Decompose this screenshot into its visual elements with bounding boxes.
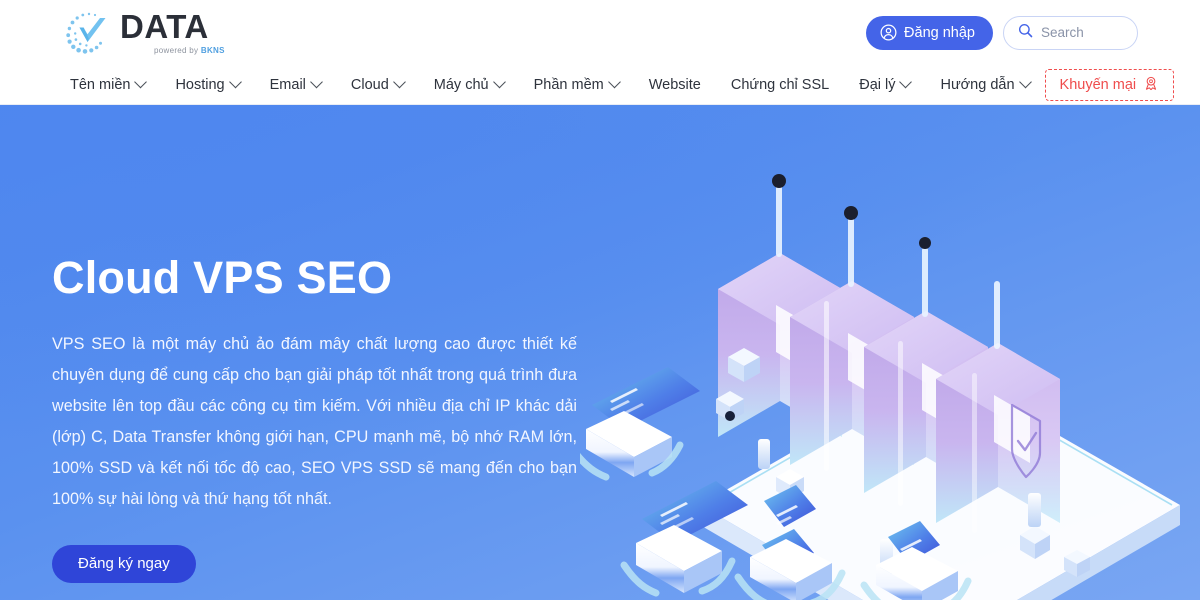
search-input[interactable]: Search bbox=[1003, 15, 1138, 50]
hero-illustration bbox=[580, 105, 1200, 600]
chevron-down-icon bbox=[392, 75, 406, 89]
chevron-down-icon bbox=[134, 75, 148, 89]
nav-item-label: Máy chủ bbox=[433, 76, 489, 93]
nav-item-label: Email bbox=[269, 76, 306, 93]
chevron-down-icon bbox=[228, 75, 242, 89]
chevron-down-icon bbox=[492, 75, 506, 89]
nav-item-website[interactable]: Website bbox=[634, 65, 716, 105]
page-title: Cloud VPS SEO bbox=[52, 252, 393, 303]
nav-item-ten-mien[interactable]: Tên miền bbox=[62, 65, 160, 105]
user-circle-icon bbox=[880, 24, 897, 41]
floating-laptop-1 bbox=[580, 367, 700, 481]
award-medal-icon bbox=[1143, 75, 1159, 95]
nav-item-label: Chứng chỉ SSL bbox=[730, 76, 830, 93]
chevron-down-icon bbox=[1018, 75, 1032, 89]
nav-item-chung-chi-ssl[interactable]: Chứng chỉ SSL bbox=[716, 65, 844, 105]
login-button[interactable]: Đăng nhập bbox=[866, 15, 993, 50]
hero-content: Cloud VPS SEO VPS SEO là một máy chủ ảo … bbox=[52, 253, 597, 583]
nav-item-email[interactable]: Email bbox=[255, 65, 336, 105]
nav-item-label: Phần mềm bbox=[533, 76, 604, 93]
nav-item-cloud[interactable]: Cloud bbox=[336, 65, 419, 105]
nav-item-phan-mem[interactable]: Phần mềm bbox=[519, 65, 634, 105]
nav-item-hosting[interactable]: Hosting bbox=[160, 65, 254, 105]
signup-button[interactable]: Đăng ký ngay bbox=[52, 544, 196, 583]
logo-wordmark: DATA bbox=[120, 8, 209, 45]
site-logo[interactable]: DATA powered by BKNS bbox=[62, 7, 225, 59]
nav-item-label: Hướng dẫn bbox=[940, 76, 1015, 93]
hero-description: VPS SEO là một máy chủ ảo đám mây chất l… bbox=[52, 334, 577, 508]
promotion-button[interactable]: Khuyến mại bbox=[1044, 68, 1175, 101]
chevron-down-icon bbox=[607, 75, 621, 89]
search-placeholder: Search bbox=[1041, 25, 1084, 40]
hero-section: Cloud VPS SEO VPS SEO là một máy chủ ảo … bbox=[0, 105, 1200, 600]
nav-item-label: Hosting bbox=[175, 76, 225, 93]
logo-text: DATA powered by BKNS bbox=[120, 10, 225, 55]
main-navigation: Tên miền Hosting Email Cloud Máy chủ Phầ… bbox=[0, 65, 1200, 105]
nav-item-huong-dan[interactable]: Hướng dẫn bbox=[925, 65, 1044, 105]
logo-tagline: powered by BKNS bbox=[154, 46, 225, 55]
login-button-label: Đăng nhập bbox=[904, 24, 975, 41]
nav-item-label: Đại lý bbox=[859, 76, 896, 93]
chevron-down-icon bbox=[899, 75, 913, 89]
nav-item-label: Cloud bbox=[350, 76, 389, 93]
promotion-label: Khuyến mại bbox=[1059, 76, 1137, 93]
accent-dot bbox=[725, 411, 735, 421]
search-icon bbox=[1018, 23, 1033, 43]
nav-item-may-chu[interactable]: Máy chủ bbox=[419, 65, 519, 105]
site-header: DATA powered by BKNS Đăng nhập Search bbox=[0, 0, 1200, 65]
nav-list: Tên miền Hosting Email Cloud Máy chủ Phầ… bbox=[62, 65, 1045, 105]
check-circle-dots-icon bbox=[62, 9, 114, 57]
nav-item-label: Website bbox=[648, 76, 701, 93]
nav-item-label: Tên miền bbox=[70, 76, 131, 93]
chevron-down-icon bbox=[310, 75, 323, 89]
nav-item-dai-ly[interactable]: Đại lý bbox=[844, 65, 925, 105]
header-actions: Đăng nhập Search bbox=[866, 15, 1138, 50]
